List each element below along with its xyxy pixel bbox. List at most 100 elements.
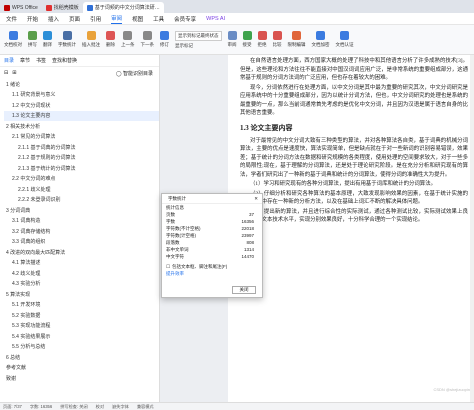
smart-recognize-toggle[interactable]: ◯ 智能识别目录 bbox=[116, 70, 153, 77]
toc-item[interactable]: 3.1 词典构造 bbox=[4, 216, 159, 227]
vertical-scrollbar[interactable] bbox=[470, 55, 474, 402]
menu-home[interactable]: 开始 bbox=[27, 15, 38, 23]
toc-item[interactable]: 1.3 论文主要内容 bbox=[4, 110, 159, 121]
toc-item[interactable]: 5.4 实验结果展示 bbox=[4, 331, 159, 342]
nav-tab-find[interactable]: 查找和替换 bbox=[52, 57, 77, 64]
status-proofread[interactable]: 校对 bbox=[96, 404, 104, 410]
restrict-edit-button[interactable]: 限制编辑 bbox=[288, 31, 306, 48]
section-heading: 1.3 论文主要内容 bbox=[240, 123, 293, 132]
include-textbox-checkbox[interactable]: ☐ 包括文本框、脚注和尾注(F) bbox=[162, 263, 262, 270]
status-page[interactable]: 页面: 7/37 bbox=[3, 404, 22, 410]
next-icon bbox=[142, 31, 152, 40]
word-count-icon bbox=[62, 31, 72, 40]
stat-row: 字符数(不计空格) 22018 bbox=[166, 225, 254, 232]
spell-button[interactable]: 拼写 bbox=[28, 31, 37, 48]
menu-reference[interactable]: 引用 bbox=[90, 15, 101, 23]
toc-item[interactable]: 1.1 研究背景与意义 bbox=[4, 90, 159, 101]
checkbox-icon: ☐ bbox=[166, 263, 171, 269]
status-bar: 页面: 7/37 字数: 16356 拼写检查: 关闭 校对 缺失字体 兼容模式 bbox=[0, 402, 474, 410]
accept-button[interactable]: 接受 bbox=[242, 31, 252, 48]
prev-icon bbox=[123, 31, 133, 40]
toc-item[interactable]: 2.2 中文分词的难点 bbox=[4, 174, 159, 185]
menu-member[interactable]: 会员专享 bbox=[174, 15, 196, 23]
menu-view[interactable]: 视图 bbox=[132, 15, 143, 23]
stat-row: 段落数 808 bbox=[166, 239, 254, 246]
template-icon bbox=[45, 4, 52, 11]
insert-comment-button[interactable]: 插入批注 bbox=[82, 31, 100, 48]
menu-review[interactable]: 审阅 bbox=[111, 14, 123, 24]
menu-wps-ai[interactable]: WPS AI bbox=[206, 16, 225, 22]
toc-item[interactable]: 1.2 中文分词现状 bbox=[4, 100, 159, 111]
track-changes-icon bbox=[160, 31, 169, 40]
toc-item[interactable]: 3.2 词典存储结构 bbox=[4, 226, 159, 237]
toc-item[interactable]: 3.3 词典的组织 bbox=[4, 237, 159, 248]
toc-item[interactable]: 4 改进的双向最大匹配算法 bbox=[4, 247, 159, 258]
toc-item[interactable]: 2 相关技术分析 bbox=[4, 121, 159, 132]
status-missing-font[interactable]: 缺失字体 bbox=[112, 404, 129, 410]
status-word-count[interactable]: 字数: 16356 bbox=[30, 404, 52, 410]
toc-item[interactable]: 2.2.2 未登录词识别 bbox=[4, 195, 159, 206]
translate-button[interactable]: 翻译 bbox=[43, 31, 52, 48]
toc-item[interactable]: 5.5 分析与总结 bbox=[4, 342, 159, 353]
nav-tab-toc[interactable]: 目录 bbox=[4, 57, 14, 64]
toc-item[interactable]: 2.1.2 基于规则的分词算法 bbox=[4, 153, 159, 164]
toc-item[interactable]: 5.3 实现功能流程 bbox=[4, 321, 159, 332]
toc-item[interactable]: 参考文献 bbox=[4, 363, 159, 374]
toc-item[interactable]: 2.1 常见的分词算法 bbox=[4, 132, 159, 143]
expand-icon[interactable]: ⊞ bbox=[12, 70, 16, 76]
toc-item[interactable]: 2.1.3 基于统计的分词算法 bbox=[4, 163, 159, 174]
close-button[interactable]: 关闭 bbox=[232, 286, 256, 294]
toc-item[interactable]: 5.2 实验数据 bbox=[4, 310, 159, 321]
menu-insert[interactable]: 插入 bbox=[48, 15, 59, 23]
tab-document[interactable]: 基于词频的中文分词算法研… bbox=[82, 2, 164, 13]
close-icon[interactable]: ✕ bbox=[254, 196, 262, 202]
spell-icon bbox=[28, 31, 37, 40]
tab-template[interactable]: 找稻壳模板 bbox=[42, 2, 83, 13]
toc-item[interactable]: 1 绪论 bbox=[4, 79, 159, 90]
toc-item[interactable]: 5.1 开发环境 bbox=[4, 300, 159, 311]
proofread-button[interactable]: 文档校对 bbox=[4, 31, 22, 48]
nav-tabs: 目录 章节 书签 查找和替换 bbox=[0, 55, 159, 67]
toc-item[interactable]: 4.3 实验分析 bbox=[4, 279, 159, 290]
toc-item[interactable]: 4.2 歧义处理 bbox=[4, 268, 159, 279]
compare-icon bbox=[272, 31, 282, 40]
efficiency-link[interactable]: 提升效率 bbox=[162, 270, 262, 277]
track-changes-button[interactable]: 修订 bbox=[160, 31, 169, 48]
toc-item[interactable]: 2.2.1 歧义处理 bbox=[4, 184, 159, 195]
nav-tab-chapter[interactable]: 章节 bbox=[20, 57, 30, 64]
collapse-icon[interactable]: ⊟ bbox=[4, 70, 8, 76]
next-comment-button[interactable]: 下一条 bbox=[141, 31, 154, 48]
compare-button[interactable]: 比较 bbox=[272, 31, 282, 48]
nav-tab-bookmark[interactable]: 书签 bbox=[36, 57, 46, 64]
status-spellcheck[interactable]: 拼写检查: 关闭 bbox=[60, 404, 87, 410]
navigation-pane: 目录 章节 书签 查找和替换 ⊟ ⊞ ◯ 智能识别目录 1 绪论 1.1 研究背景… bbox=[0, 55, 160, 402]
wps-logo-icon bbox=[4, 4, 10, 11]
proofread-icon bbox=[8, 31, 18, 40]
stat-row: 页数 37 bbox=[166, 211, 254, 218]
word-count-button[interactable]: 字数统计 bbox=[58, 31, 76, 48]
certify-button[interactable]: 文档认证 bbox=[336, 31, 354, 48]
body-paragraph: 现今，分词依然进行在处理方面，以中文分词是其中最为重要的研究其次，中文分词研究是… bbox=[240, 84, 468, 117]
markup-dropdown[interactable]: 显示到标记最终状态 显示标记 bbox=[175, 30, 222, 49]
toc-item[interactable]: 5 算法实现 bbox=[4, 289, 159, 300]
toc-item[interactable]: 3 分词词典 bbox=[4, 205, 159, 216]
toc-item[interactable]: 2.1.1 基于词典的分词算法 bbox=[4, 142, 159, 153]
encrypt-button[interactable]: 文档加密 bbox=[312, 31, 330, 48]
toc-item[interactable]: 6 总结 bbox=[4, 352, 159, 363]
prev-comment-button[interactable]: 上一条 bbox=[121, 31, 135, 48]
accept-icon bbox=[242, 31, 252, 40]
review-pane-button[interactable]: 审阅 bbox=[227, 31, 237, 48]
menu-page[interactable]: 页面 bbox=[69, 15, 80, 23]
toc-item[interactable]: 致谢 bbox=[4, 373, 159, 384]
menu-tools[interactable]: 工具 bbox=[153, 15, 164, 23]
toc-item[interactable]: 4.1 算法描述 bbox=[4, 258, 159, 269]
review-icon bbox=[227, 31, 237, 40]
delete-comment-button[interactable]: 删除 bbox=[106, 31, 115, 48]
tab-wps-office[interactable]: WPS Office bbox=[0, 2, 42, 13]
toc-list: 1 绪论 1.1 研究背景与意义 1.2 中文分词现状 1.3 论文主要内容 2 相关技… bbox=[0, 79, 159, 384]
reject-button[interactable]: 拒绝 bbox=[257, 31, 267, 48]
menu-file[interactable]: 文件 bbox=[6, 15, 17, 23]
status-compat-mode[interactable]: 兼容模式 bbox=[137, 404, 154, 410]
stat-row: 字数 16356 bbox=[166, 218, 254, 225]
watermark: CSDN @shejizuopin bbox=[433, 387, 470, 392]
